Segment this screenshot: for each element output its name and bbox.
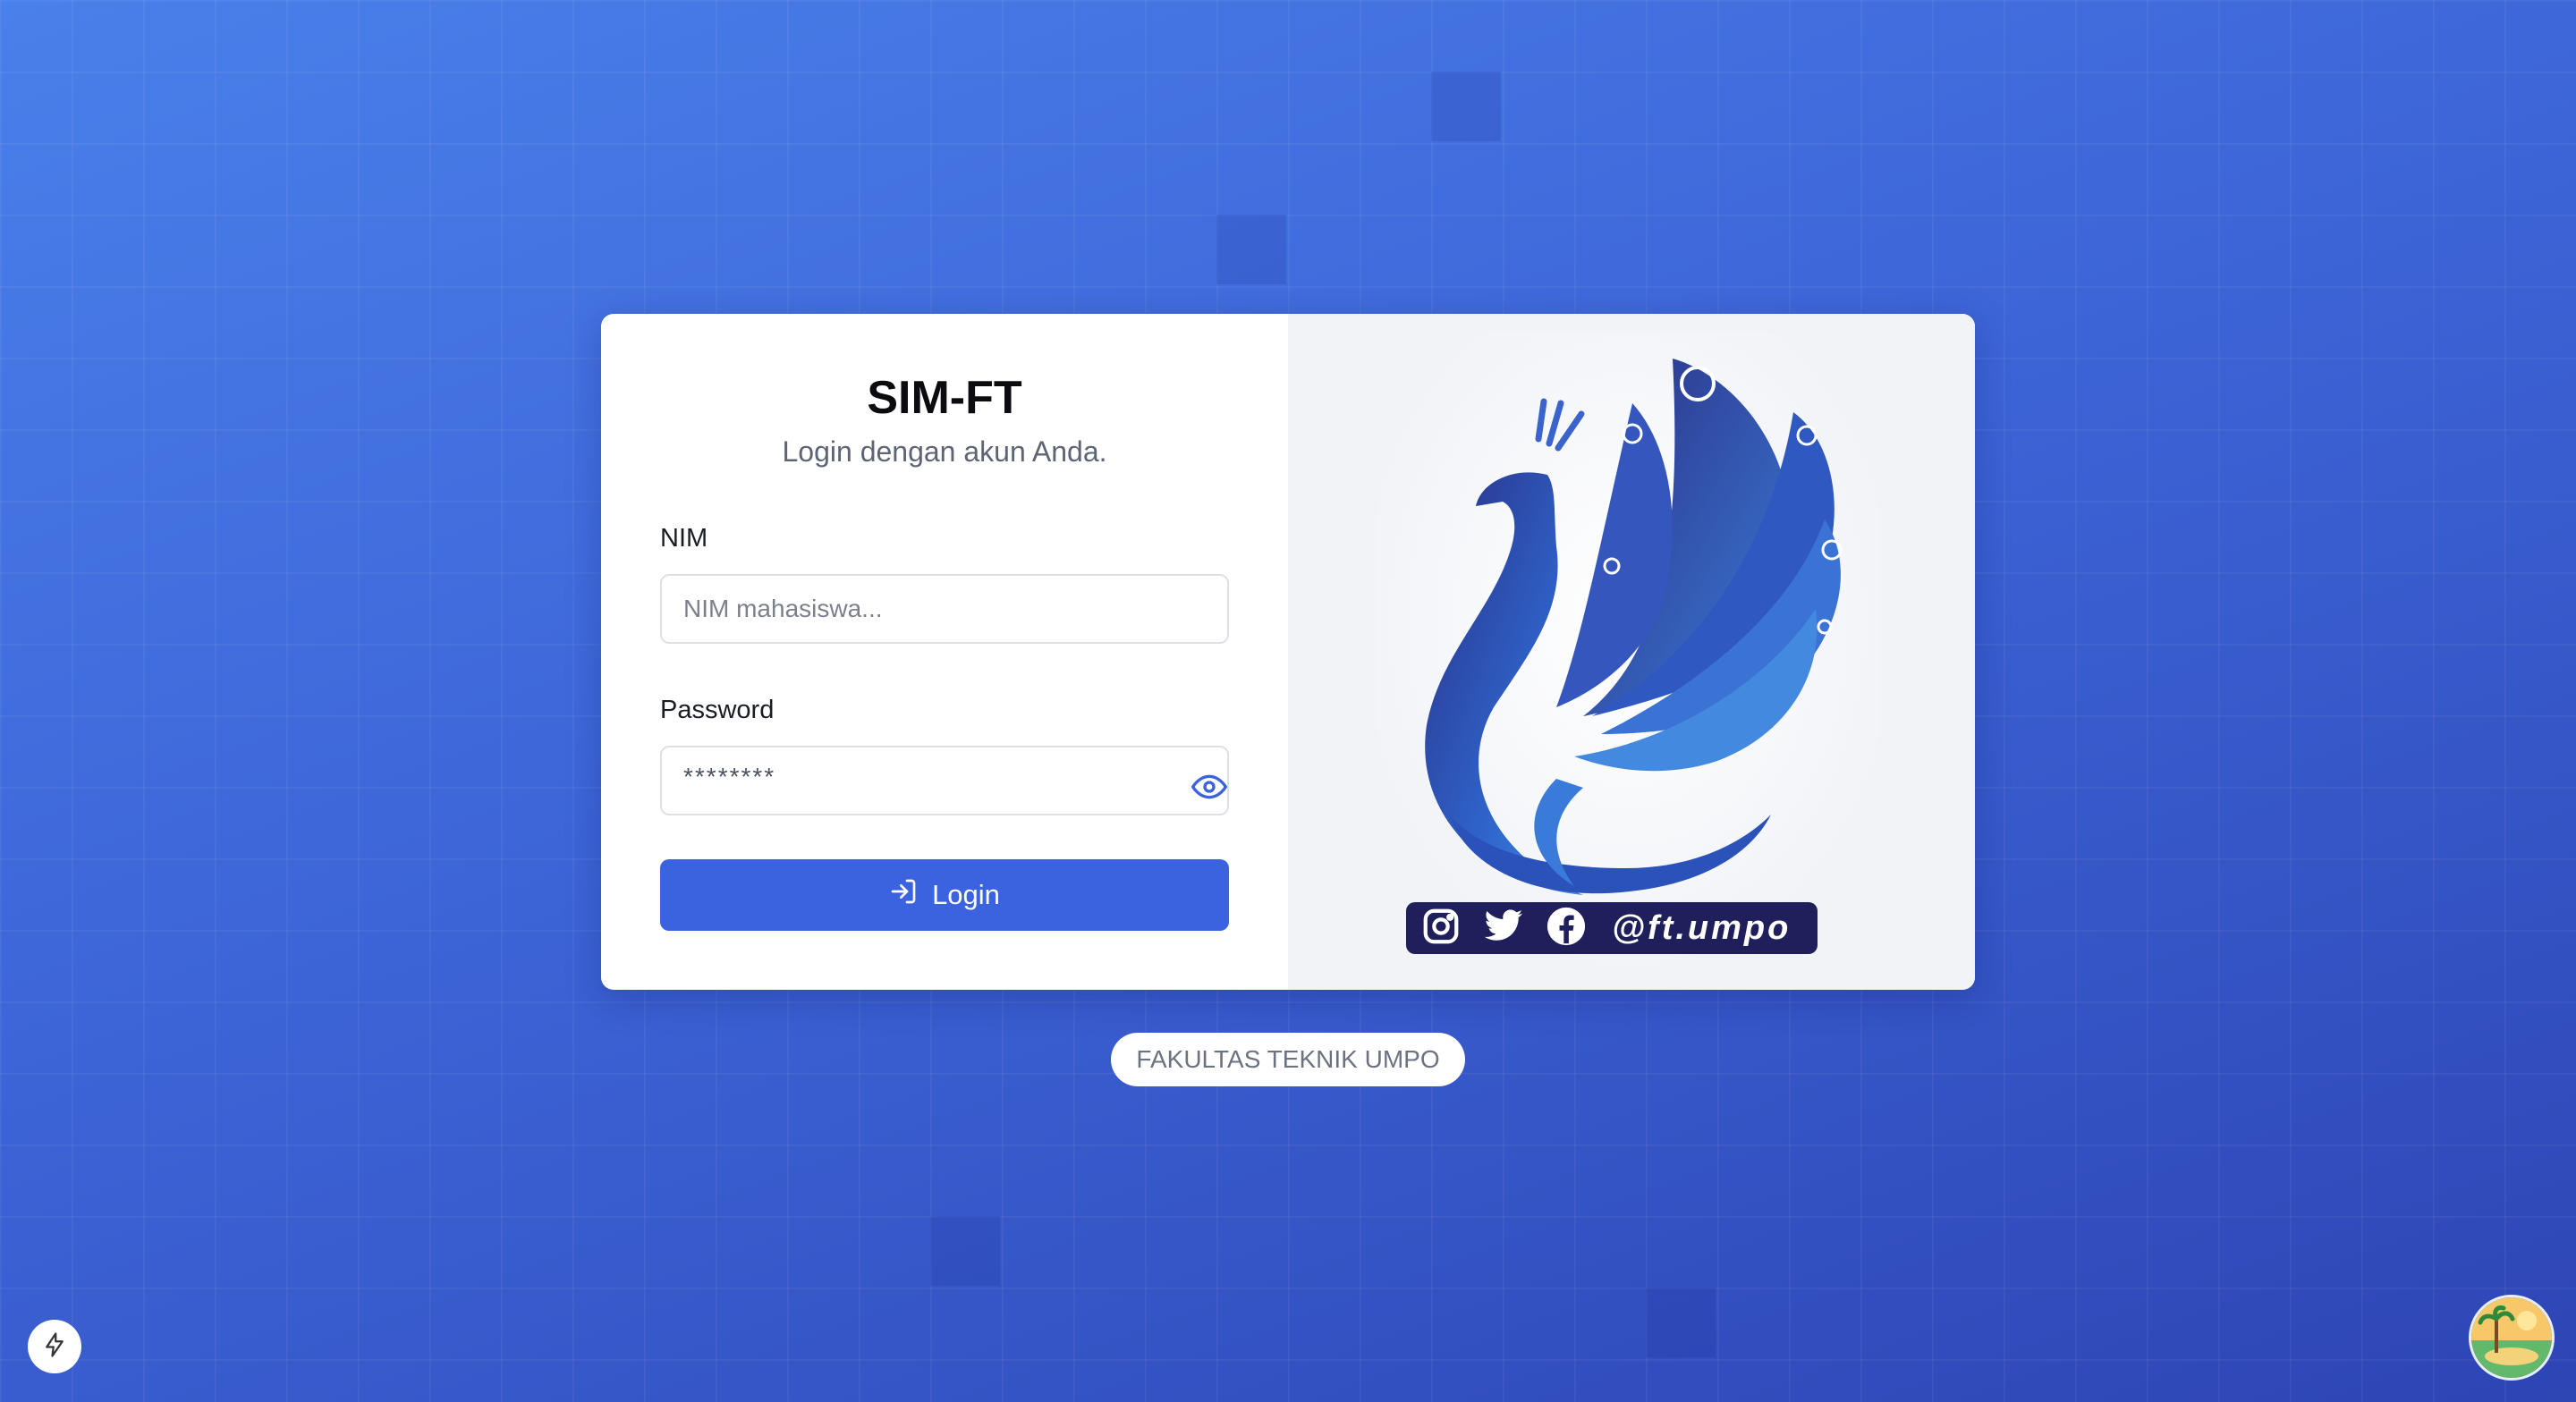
password-label: Password	[660, 696, 775, 724]
social-bar: @ft.umpo	[1406, 902, 1818, 954]
login-card: SIM-FT Login dengan akun Anda. NIM Passw…	[601, 314, 1975, 990]
login-button[interactable]: Login	[660, 859, 1229, 931]
login-button-label: Login	[932, 879, 1000, 910]
login-form: SIM-FT Login dengan akun Anda. NIM Passw…	[601, 314, 1288, 990]
background-tile	[1216, 215, 1286, 284]
nim-input[interactable]	[660, 574, 1229, 644]
background-tile	[1431, 72, 1501, 141]
facebook-icon	[1546, 906, 1587, 951]
eye-icon[interactable]	[1191, 769, 1227, 805]
instagram-icon	[1420, 906, 1462, 951]
social-handle: @ft.umpo	[1612, 908, 1792, 947]
login-subtitle: Login dengan akun Anda.	[782, 435, 1107, 468]
login-arrow-icon	[889, 877, 918, 913]
faculty-badge: FAKULTAS TEKNIK UMPO	[1111, 1033, 1465, 1086]
background-tile	[930, 1216, 1000, 1286]
avatar[interactable]	[2469, 1295, 2555, 1381]
app-title: SIM-FT	[867, 372, 1022, 424]
nim-label: NIM	[660, 524, 708, 553]
password-value: ********	[683, 763, 776, 790]
logo-panel: @ft.umpo	[1288, 314, 1975, 990]
bolt-button[interactable]	[28, 1320, 81, 1373]
peacock-logo	[1377, 332, 1878, 975]
twitter-icon	[1481, 906, 1526, 951]
background-tile	[1646, 1288, 1716, 1357]
lightning-icon	[41, 1331, 68, 1363]
